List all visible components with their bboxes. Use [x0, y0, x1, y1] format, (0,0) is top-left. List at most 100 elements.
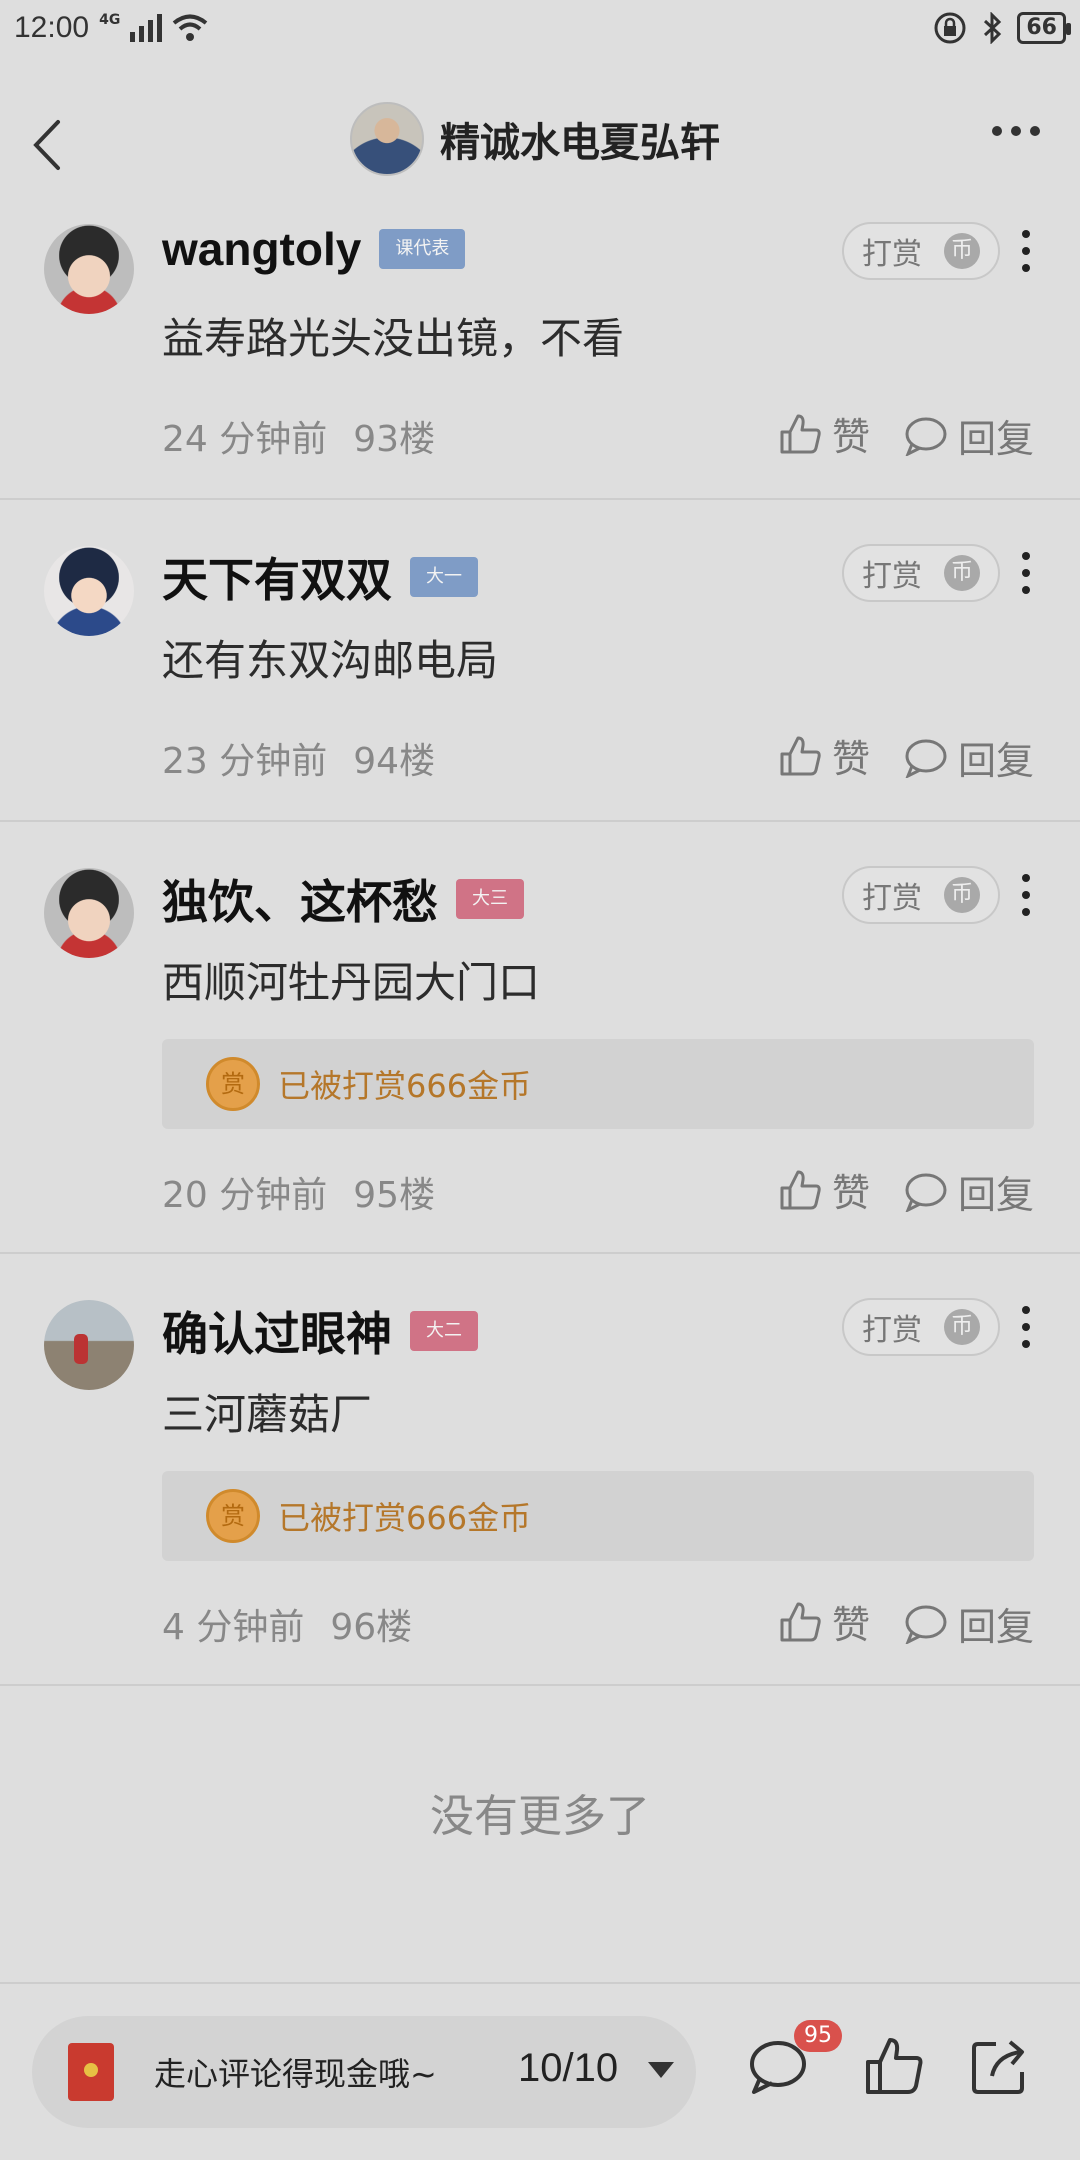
no-more-label: 没有更多了	[430, 1791, 650, 1842]
more-options-button[interactable]	[992, 126, 1040, 136]
tip-button[interactable]: 打赏 币	[842, 222, 1000, 280]
thumbs-up-icon	[780, 1602, 821, 1641]
comment-item: wangtoly 课代表 打赏 币 益寿路光头没出镜，不看 24 分钟前 93楼…	[0, 200, 1080, 500]
tip-button[interactable]: 打赏 币	[842, 544, 1000, 602]
like-label: 赞	[832, 1171, 871, 1215]
reply-button[interactable]: 回复	[904, 1164, 1034, 1219]
page-title: 精诚水电夏弘轩	[440, 120, 720, 166]
like-button[interactable]: 赞	[778, 1162, 870, 1217]
comment-placeholder: 走心评论得现金哦~	[154, 2055, 437, 2093]
comment-item: 天下有双双 大一 打赏 币 还有东双沟邮电局 23 分钟前 94楼 赞 回复	[0, 522, 1080, 822]
status-bar: 12:00 4G 66	[0, 0, 1080, 55]
comment-text: 益寿路光头没出镜，不看	[162, 314, 625, 363]
bottom-action-bar: 走心评论得现金哦~ 10/10 95	[0, 1982, 1080, 2160]
thumbs-up-icon	[780, 736, 821, 775]
like-button[interactable]: 赞	[778, 406, 870, 461]
comment-username[interactable]: 确认过眼神	[162, 1298, 392, 1364]
comment-input[interactable]: 走心评论得现金哦~ 10/10	[32, 2016, 696, 2128]
bluetooth-icon	[984, 11, 1002, 44]
share-button[interactable]	[968, 2034, 1032, 2098]
comment-menu-button[interactable]	[1016, 552, 1036, 594]
comment-meta: 24 分钟前 93楼	[162, 410, 435, 462]
battery-indicator: 66	[1017, 11, 1071, 44]
like-button[interactable]: 赞	[778, 1594, 870, 1649]
network-type: 4G	[99, 11, 121, 28]
thumbs-up-icon	[780, 1170, 821, 1209]
comment-username[interactable]: 独饮、这杯愁	[162, 866, 438, 932]
signal-icon	[130, 13, 163, 42]
post-author[interactable]: 精诚水电夏弘轩	[350, 102, 720, 176]
reward-text: 已被打赏666金币	[278, 1499, 532, 1537]
reward-coin-icon: 赏	[206, 1057, 260, 1111]
reply-button[interactable]: 回复	[904, 1596, 1034, 1651]
comment-meta: 20 分钟前 95楼	[162, 1166, 435, 1218]
avatar[interactable]	[44, 546, 134, 636]
comment-count-badge: 95	[794, 2020, 842, 2052]
comment-floor: 95楼	[353, 1175, 436, 1216]
lock-rotation-icon	[934, 12, 966, 43]
comment-menu-button[interactable]	[1016, 230, 1036, 272]
tip-button[interactable]: 打赏 币	[842, 1298, 1000, 1356]
wifi-icon	[173, 14, 208, 41]
comment-menu-button[interactable]	[1016, 874, 1036, 916]
back-button[interactable]	[20, 110, 80, 180]
like-label: 赞	[832, 1603, 871, 1647]
tip-button[interactable]: 打赏 币	[842, 866, 1000, 924]
red-packet-icon	[68, 2043, 114, 2101]
reply-label: 回复	[958, 1605, 1035, 1649]
chat-bubble-icon	[905, 1605, 947, 1644]
user-level-badge: 大三	[456, 879, 524, 919]
comment-time: 24 分钟前	[162, 419, 328, 460]
reward-text: 已被打赏666金币	[278, 1067, 532, 1105]
coin-icon: 币	[944, 233, 980, 269]
avatar[interactable]	[44, 1300, 134, 1390]
coin-icon: 币	[944, 555, 980, 591]
thumbs-up-icon	[780, 414, 821, 453]
comment-username[interactable]: wangtoly	[162, 222, 361, 276]
comment-page-count: 10/10	[518, 2046, 619, 2090]
like-label: 赞	[832, 737, 871, 781]
comment-menu-button[interactable]	[1016, 1306, 1036, 1348]
reply-button[interactable]: 回复	[904, 730, 1034, 785]
tip-label: 打赏	[862, 559, 922, 594]
tip-label: 打赏	[862, 237, 922, 272]
like-label: 赞	[832, 415, 871, 459]
comment-floor: 94楼	[353, 741, 436, 782]
reward-notice: 赏 已被打赏666金币	[162, 1471, 1034, 1561]
comment-floor: 93楼	[353, 419, 436, 460]
comment-item: 独饮、这杯愁 大三 打赏 币 西顺河牡丹园大门口 赏 已被打赏666金币 20 …	[0, 844, 1080, 1254]
reply-label: 回复	[958, 417, 1035, 461]
comment-item: 确认过眼神 大二 打赏 币 三河蘑菇厂 赏 已被打赏666金币 4 分钟前 96…	[0, 1276, 1080, 1686]
reward-coin-icon: 赏	[206, 1489, 260, 1543]
like-button[interactable]: 赞	[778, 728, 870, 783]
coin-icon: 币	[944, 877, 980, 913]
reply-label: 回复	[958, 1173, 1035, 1217]
reward-notice: 赏 已被打赏666金币	[162, 1039, 1034, 1129]
user-level-badge: 课代表	[379, 229, 466, 269]
tip-label: 打赏	[862, 881, 922, 916]
chat-bubble-icon	[905, 417, 947, 456]
comment-meta: 23 分钟前 94楼	[162, 732, 435, 784]
comment-username[interactable]: 天下有双双	[162, 544, 392, 610]
comment-time: 23 分钟前	[162, 741, 328, 782]
avatar[interactable]	[44, 224, 134, 314]
back-arrow-icon	[33, 120, 60, 170]
like-post-button[interactable]	[862, 2034, 926, 2098]
share-icon	[972, 2040, 1024, 2094]
comment-text: 三河蘑菇厂	[162, 1390, 373, 1439]
reply-button[interactable]: 回复	[904, 408, 1034, 463]
chat-bubble-icon	[905, 739, 947, 778]
thumbs-up-icon	[866, 2038, 923, 2094]
comment-floor: 96楼	[330, 1607, 413, 1648]
coin-icon: 币	[944, 1309, 980, 1345]
status-time: 12:00	[14, 10, 90, 44]
comment-meta: 4 分钟前 96楼	[162, 1598, 412, 1650]
author-avatar[interactable]	[350, 102, 424, 176]
comment-text: 西顺河牡丹园大门口	[162, 958, 541, 1007]
avatar[interactable]	[44, 868, 134, 958]
comment-text: 还有东双沟邮电局	[162, 636, 499, 685]
caret-down-icon[interactable]	[648, 2062, 674, 2078]
comment-time: 4 分钟前	[162, 1607, 305, 1648]
user-level-badge: 大一	[410, 557, 478, 597]
reply-label: 回复	[958, 739, 1035, 783]
